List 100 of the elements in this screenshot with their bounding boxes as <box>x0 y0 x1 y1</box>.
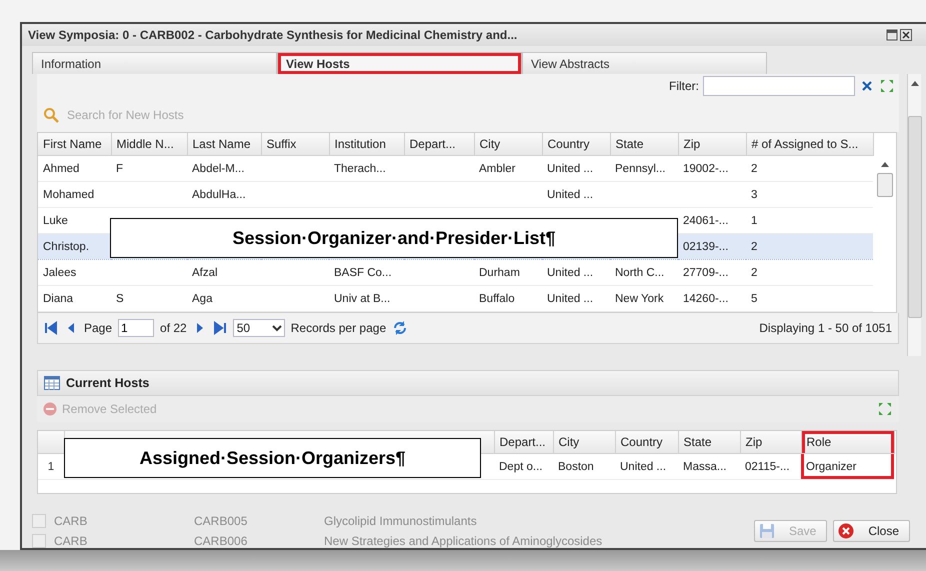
table-cell: United ... <box>547 188 594 200</box>
scroll-up-icon[interactable] <box>910 80 918 86</box>
table-cell: Aga <box>192 292 212 304</box>
expand-icon[interactable] <box>879 78 895 94</box>
table-cell: New York <box>615 292 664 304</box>
page-label: Page <box>84 321 112 335</box>
column-header[interactable]: Depart... <box>494 431 553 454</box>
search-field[interactable]: Search for New Hosts <box>65 107 269 123</box>
background-row-text: CARB005 <box>194 514 248 528</box>
close-button[interactable]: Close <box>833 520 910 542</box>
table-cell: Buffalo <box>479 292 515 304</box>
table-cell: Boston <box>558 460 594 472</box>
annotation-label: Session·Organizer·and·Presider·List¶ <box>110 218 678 258</box>
column-header[interactable]: Last Name <box>187 133 261 156</box>
background-row-text: CARB006 <box>194 534 248 548</box>
table-cell: 2 <box>751 266 758 278</box>
column-header[interactable]: State <box>610 133 678 156</box>
table-cell: 14260-... <box>683 292 728 304</box>
checkbox[interactable] <box>32 534 46 548</box>
table-row[interactable]: Mohamed AbdulHa... United ... 3 <box>38 182 873 208</box>
table-cell: 3 <box>751 188 758 200</box>
window-title: View Symposia: 0 - CARB002 - Carbohydrate Synthesis for Medicinal Chemistry and... <box>28 28 518 42</box>
background-row-text: CARB <box>54 514 88 528</box>
column-header[interactable]: Country <box>615 431 678 454</box>
tab[interactable]: View Hosts <box>277 52 522 74</box>
table-cell: Dept o... <box>499 460 542 472</box>
table-cell: Massa... <box>683 460 726 472</box>
paging-summary: Displaying 1 - 50 of 1051 <box>759 321 892 335</box>
table-cell: 19002-... <box>683 162 728 174</box>
table-cell: North C... <box>615 266 664 278</box>
table-row[interactable]: Diana S Aga Univ at B... Buffalo United ... New York 14260-... 5 <box>38 286 873 312</box>
column-header[interactable]: Zip <box>678 133 746 156</box>
search-icon <box>43 107 59 123</box>
table-cell: 1 <box>751 214 758 226</box>
records-per-page-label: Records per page <box>290 321 386 335</box>
column-header[interactable]: Institution <box>329 133 404 156</box>
filter-field[interactable] <box>703 76 855 96</box>
table-cell: Univ at B... <box>334 292 390 304</box>
table-cell: Jalees <box>43 266 76 278</box>
refresh-icon[interactable] <box>392 320 408 336</box>
table-cell: Organizer <box>806 460 856 472</box>
last-page-icon[interactable] <box>212 321 227 335</box>
background-row-text: New Strategies and Applications of Aminoglycosides <box>324 534 602 548</box>
background-row-text: Glycolipid Immunostimulants <box>324 514 478 528</box>
column-header[interactable]: City <box>553 431 615 454</box>
table-cell: Christop. <box>43 240 90 252</box>
table-cell: Durham <box>479 266 520 278</box>
table-cell: 02115-... <box>745 460 790 472</box>
table-cell: 2 <box>751 162 758 174</box>
table-row[interactable]: Ahmed F Abdel-M... Therach... Ambler United ... Pennsyl... 19002-... 2 <box>38 156 873 182</box>
table-cell: S <box>116 292 124 304</box>
table-cell: United ... <box>547 162 594 174</box>
remove-icon <box>43 402 57 416</box>
table-cell: Pennsyl... <box>615 162 666 174</box>
column-header[interactable]: # of Assigned to S... <box>746 133 873 156</box>
background-row-text: CARB <box>54 534 88 548</box>
close-icon[interactable] <box>900 29 912 41</box>
column-header[interactable]: State <box>678 431 740 454</box>
page-field[interactable]: 1 <box>118 319 154 337</box>
scroll-up-icon[interactable] <box>880 161 888 167</box>
column-header[interactable]: First Name <box>38 133 111 156</box>
table-row[interactable]: Jalees Afzal BASF Co... Durham United ... North C... 27709-... 2 <box>38 260 873 286</box>
column-header[interactable]: Role <box>801 431 894 454</box>
column-header[interactable]: Country <box>542 133 610 156</box>
column-header[interactable]: City <box>474 133 542 156</box>
table-cell: United ... <box>547 266 594 278</box>
table-cell: Diana <box>43 292 74 304</box>
table-cell: 24061-... <box>683 214 728 226</box>
tab[interactable]: View Abstracts <box>522 52 767 74</box>
table-cell: United ... <box>620 460 666 472</box>
table-cell: 02139-... <box>683 240 728 252</box>
column-header[interactable]: Middle N... <box>111 133 187 156</box>
page-size-dropdown[interactable]: 50 <box>232 319 285 337</box>
table-cell: Therach... <box>334 162 386 174</box>
column-header[interactable]: Suffix <box>261 133 329 156</box>
column-header[interactable]: Depart... <box>404 133 474 156</box>
table-cell: BASF Co... <box>334 266 392 278</box>
table-cell: Abdel-M... <box>192 162 244 174</box>
table-cell: Ambler <box>479 162 516 174</box>
table-cell: AbdulHa... <box>192 188 246 200</box>
maximize-icon[interactable] <box>886 29 898 41</box>
checkbox[interactable] <box>32 514 46 528</box>
table-cell: F <box>116 162 124 174</box>
table-cell: Ahmed <box>43 162 80 174</box>
scroll-thumb[interactable] <box>908 116 922 318</box>
table-cell: Luke <box>43 214 68 226</box>
expand-icon[interactable] <box>877 401 893 417</box>
page-count: of 22 <box>160 321 187 335</box>
table-cell: 5 <box>751 292 758 304</box>
scroll-thumb[interactable] <box>876 173 892 197</box>
table-cell: Afzal <box>192 266 218 278</box>
first-page-icon[interactable] <box>44 321 58 335</box>
table-cell: Mohamed <box>43 188 94 200</box>
table-cell: 2 <box>751 240 758 252</box>
column-header[interactable]: Zip <box>740 431 801 454</box>
filter-label: Filter: <box>669 79 699 93</box>
close-icon <box>838 523 854 539</box>
row-number: 1 <box>48 460 54 472</box>
tab[interactable]: Information <box>32 52 277 74</box>
section-title: Current Hosts <box>66 376 150 390</box>
